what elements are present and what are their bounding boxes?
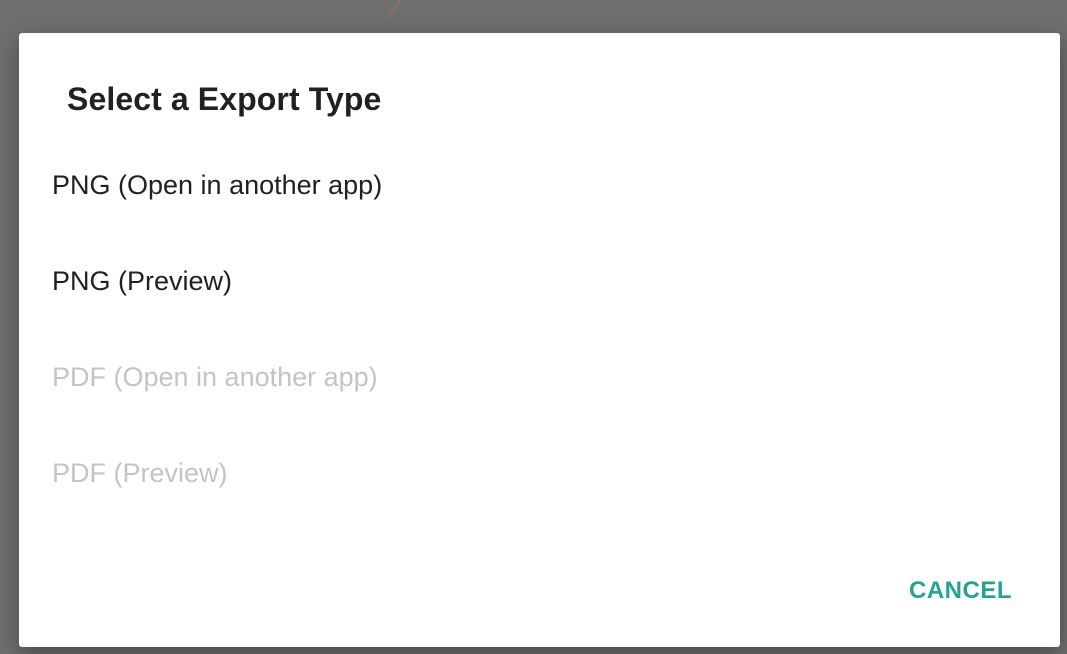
option-label: PDF (Preview)	[52, 458, 228, 488]
export-type-dialog: Select a Export Type PNG (Open in anothe…	[19, 33, 1060, 647]
option-png-preview[interactable]: PNG (Preview)	[19, 241, 1060, 337]
option-label: PDF (Open in another app)	[52, 362, 378, 392]
option-pdf-preview[interactable]: PDF (Preview)	[19, 433, 1060, 529]
cancel-button[interactable]: CANCEL	[909, 571, 1012, 611]
option-label: PNG (Preview)	[52, 266, 233, 296]
option-label: PNG (Open in another app)	[52, 170, 383, 200]
option-png-open-another-app[interactable]: PNG (Open in another app)	[19, 145, 1060, 241]
option-pdf-open-another-app[interactable]: PDF (Open in another app)	[19, 337, 1060, 433]
dialog-title: Select a Export Type	[67, 81, 382, 117]
export-option-list: PNG (Open in another app) PNG (Preview) …	[19, 145, 1060, 529]
